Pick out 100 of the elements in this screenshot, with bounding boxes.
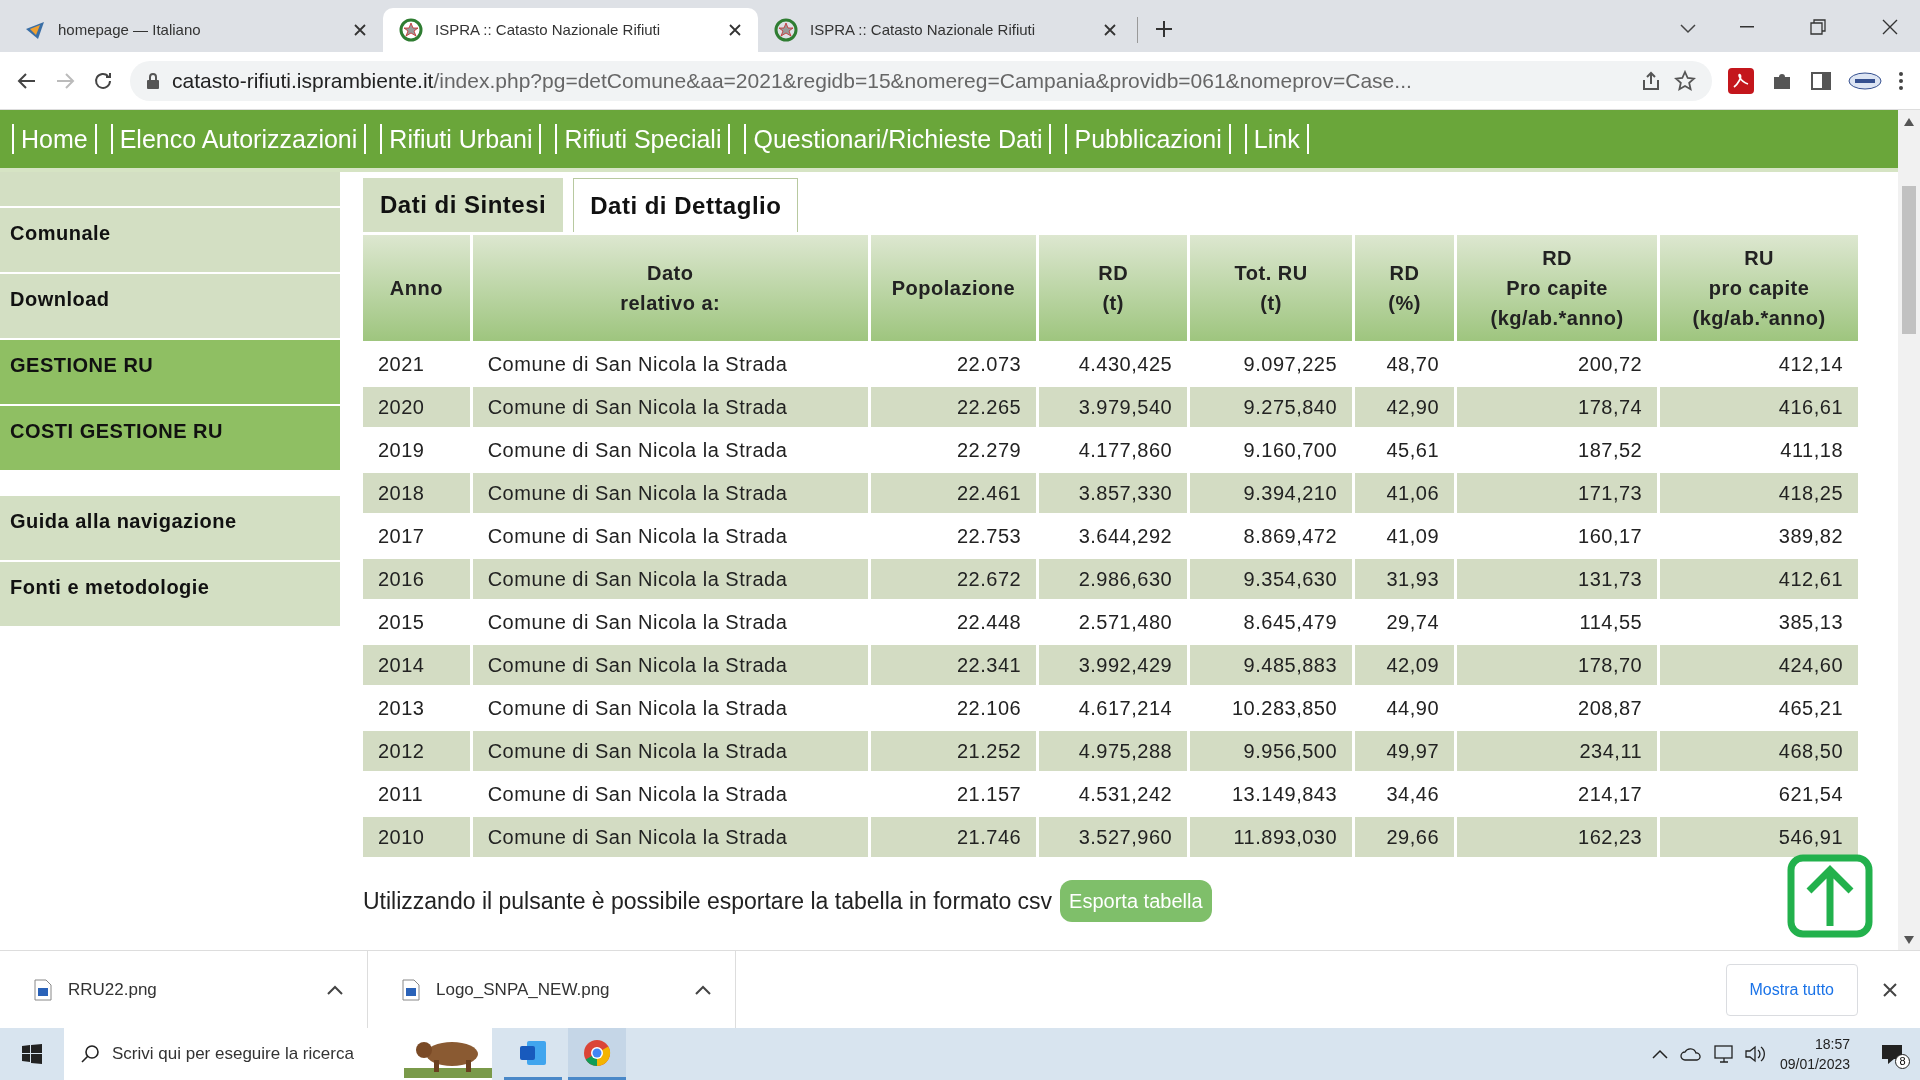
- table-cell: 418,25: [1660, 473, 1858, 513]
- table-cell: 42,09: [1355, 645, 1455, 685]
- column-header: RD (%): [1355, 235, 1455, 341]
- notification-count: 8: [1895, 1054, 1910, 1069]
- table-cell: 2018: [363, 473, 470, 513]
- side-panel-icon[interactable]: [1810, 69, 1832, 92]
- table-cell: 2016: [363, 559, 470, 599]
- sidebar-link[interactable]: GESTIONE RU: [0, 340, 340, 406]
- chevron-up-icon[interactable]: [327, 984, 343, 995]
- sidebar-link[interactable]: Fonti e metodologie: [0, 562, 340, 628]
- content-tab[interactable]: Dati di Dettaglio: [573, 178, 799, 232]
- profile-icon[interactable]: [1848, 70, 1882, 91]
- table-cell: 178,74: [1457, 387, 1658, 427]
- notification-icon[interactable]: [1880, 1043, 1904, 1065]
- content-tab[interactable]: Dati di Sintesi: [363, 178, 564, 232]
- column-header: Popolazione: [870, 235, 1037, 341]
- back-to-top-icon[interactable]: [1787, 854, 1873, 938]
- chrome-taskbar-icon[interactable]: [568, 1028, 626, 1080]
- table-cell: 3.979,540: [1039, 387, 1188, 427]
- cloud-icon[interactable]: [1679, 1047, 1702, 1061]
- table-cell: 22.461: [870, 473, 1037, 513]
- table-cell: 9.956,500: [1190, 731, 1353, 771]
- table-cell: 171,73: [1457, 473, 1658, 513]
- clock[interactable]: 18:57 09/01/2023: [1779, 1034, 1850, 1074]
- close-icon[interactable]: [1882, 981, 1898, 998]
- export-instruction: Utilizzando il pulsante è possibile esportare la tabella in formato csv: [363, 886, 1053, 916]
- close-icon[interactable]: [353, 23, 367, 37]
- chevron-up-icon[interactable]: [1651, 1049, 1668, 1059]
- table-cell: 412,61: [1660, 559, 1858, 599]
- table-cell: 9.275,840: [1190, 387, 1353, 427]
- sidebar-link[interactable]: COSTI GESTIONE RU: [0, 406, 340, 472]
- scroll-down-icon[interactable]: [1904, 936, 1914, 944]
- table-cell: 131,73: [1457, 559, 1658, 599]
- table-cell: 41,06: [1355, 473, 1455, 513]
- table-cell: 3.527,960: [1039, 817, 1188, 857]
- table-cell: 31,93: [1355, 559, 1455, 599]
- image-file-icon: [34, 978, 52, 1001]
- table-cell: 2.986,630: [1039, 559, 1188, 599]
- table-cell: 546,91: [1660, 817, 1858, 857]
- table-cell: Comune di San Nicola la Strada: [472, 731, 868, 771]
- minimize-icon[interactable]: [1740, 26, 1754, 28]
- close-window-icon[interactable]: [1882, 19, 1898, 35]
- close-icon[interactable]: [1103, 23, 1117, 37]
- emblem-icon: [399, 18, 423, 42]
- sidebar-link[interactable]: Download: [0, 274, 340, 340]
- table-cell: Comune di San Nicola la Strada: [472, 817, 868, 857]
- lock-icon: [146, 72, 160, 89]
- scrollbar-thumb[interactable]: [1902, 186, 1916, 334]
- windows-start-icon[interactable]: [22, 1044, 42, 1064]
- table-cell: 162,23: [1457, 817, 1658, 857]
- table-cell: 234,11: [1457, 731, 1658, 771]
- browser-tab[interactable]: ISPRA :: Catasto Nazionale Rifiuti: [383, 8, 758, 52]
- table-cell: 22.341: [870, 645, 1037, 685]
- table-cell: Comune di San Nicola la Strada: [472, 387, 868, 427]
- pdf-extension-icon[interactable]: [1728, 67, 1754, 94]
- taskbar-search-field[interactable]: Scrivi qui per eseguire la ricerca: [64, 1028, 492, 1080]
- sidebar-link[interactable]: Comunale: [0, 208, 340, 274]
- table-cell: 2020: [363, 387, 470, 427]
- sidebar-link[interactable]: Guida alla navigazione: [0, 496, 340, 562]
- table-cell: 9.354,630: [1190, 559, 1353, 599]
- restore-icon[interactable]: [1810, 19, 1826, 35]
- speaker-icon[interactable]: [1743, 1044, 1766, 1064]
- table-cell: 4.975,288: [1039, 731, 1188, 771]
- column-header: Dato relativo a:: [472, 235, 868, 341]
- column-header: RU pro capite (kg/ab.*anno): [1660, 235, 1858, 341]
- new-tab-icon[interactable]: [1154, 19, 1174, 39]
- table-cell: 424,60: [1660, 645, 1858, 685]
- table-cell: 3.857,330: [1039, 473, 1188, 513]
- browser-tab[interactable]: ISPRA :: Catasto Nazionale Rifiuti: [758, 8, 1133, 52]
- table-cell: Comune di San Nicola la Strada: [472, 473, 868, 513]
- scrollbar[interactable]: [1898, 110, 1920, 950]
- browser-tab[interactable]: homepage — Italiano: [8, 8, 383, 52]
- table-cell: 2014: [363, 645, 470, 685]
- share-icon[interactable]: [1640, 69, 1662, 92]
- table-cell: Comune di San Nicola la Strada: [472, 559, 868, 599]
- star-icon[interactable]: [1674, 69, 1696, 92]
- address-bar[interactable]: catasto-rifiuti.isprambiente.it/index.php?pg=detComune&aa=2021&regidb=15&nomereg=Campania&providb=061&nomeprov=Case...: [130, 60, 1712, 101]
- table-cell: 416,61: [1660, 387, 1858, 427]
- table-cell: 42,90: [1355, 387, 1455, 427]
- table-cell: 468,50: [1660, 731, 1858, 771]
- column-header: RD (t): [1039, 235, 1188, 341]
- table-cell: 2012: [363, 731, 470, 771]
- table-cell: Comune di San Nicola la Strada: [472, 645, 868, 685]
- image-file-icon: [402, 978, 420, 1001]
- network-icon[interactable]: [1711, 1044, 1734, 1064]
- close-icon[interactable]: [728, 23, 742, 37]
- table-cell: 9.485,883: [1190, 645, 1353, 685]
- url-text: catasto-rifiuti.isprambiente.it/index.php?pg=detComune&aa=2021&regidb=15&nomereg=Campania&providb=061&nomeprov=Case...: [172, 67, 1412, 94]
- table-cell: 11.893,030: [1190, 817, 1353, 857]
- table-cell: 22.672: [870, 559, 1037, 599]
- table-cell: 49,97: [1355, 731, 1455, 771]
- show-all-button[interactable]: Mostra tutto: [1725, 963, 1858, 1016]
- table-cell: 2010: [363, 817, 470, 857]
- tab-search-icon[interactable]: [1680, 24, 1696, 34]
- menu-icon[interactable]: [1898, 69, 1904, 92]
- column-header: RD Pro capite (kg/ab.*anno): [1457, 235, 1658, 341]
- chevron-up-icon[interactable]: [695, 984, 711, 995]
- site-icon: [24, 19, 46, 41]
- search-icon: [80, 1044, 100, 1064]
- scroll-up-icon[interactable]: [1904, 118, 1914, 126]
